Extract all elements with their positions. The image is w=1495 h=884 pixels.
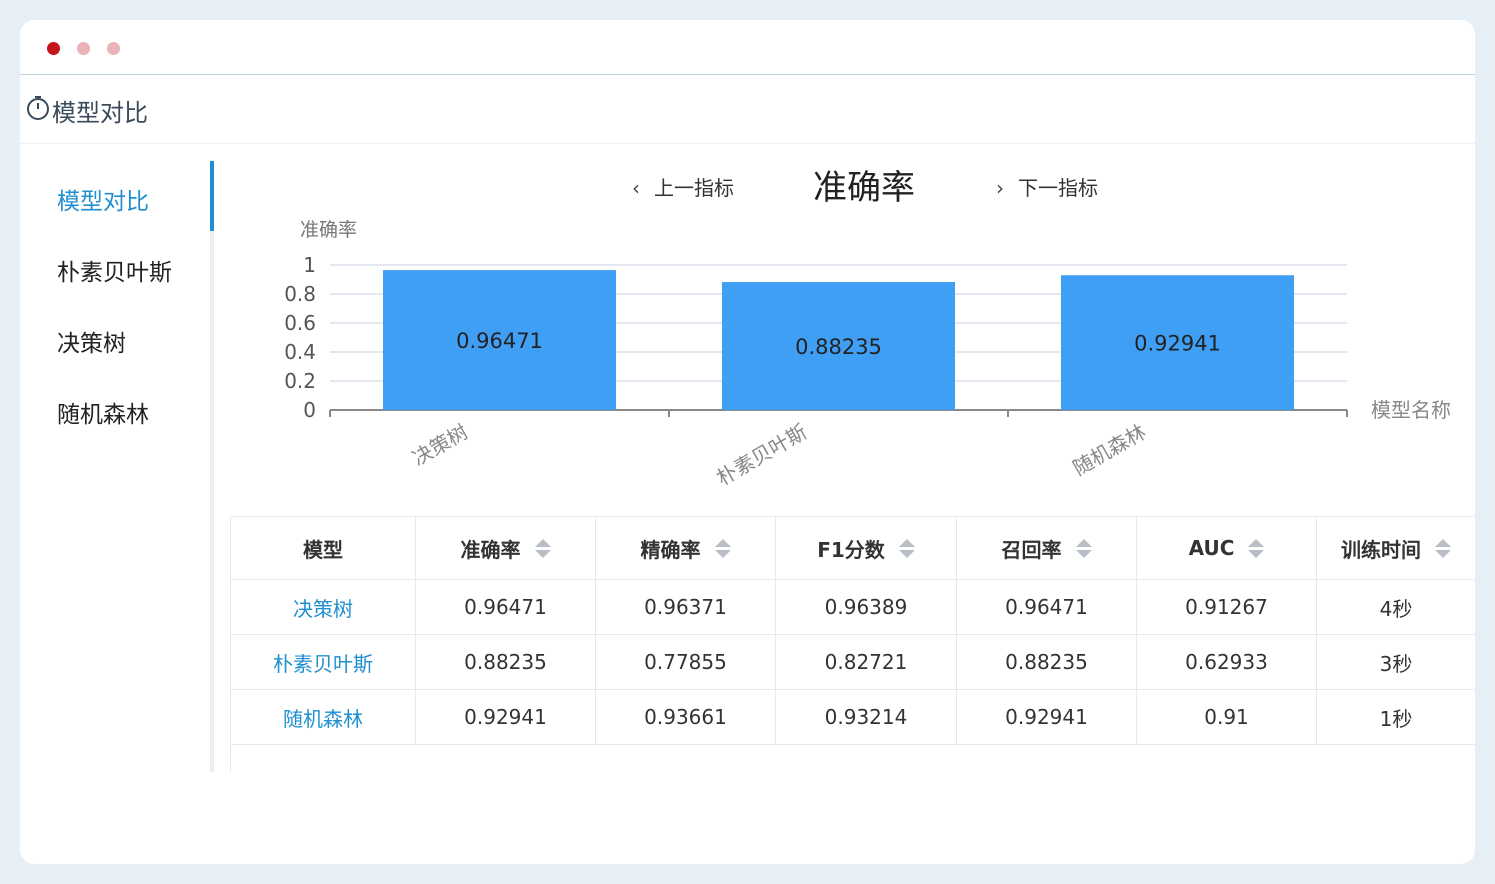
- sort-icon[interactable]: [898, 538, 915, 558]
- chevron-left-icon: ‹: [632, 176, 640, 200]
- table-cell: 0.93661: [596, 690, 776, 744]
- column-header-accuracy[interactable]: 准确率: [416, 517, 596, 579]
- model-name-link[interactable]: 随机森林: [230, 690, 416, 744]
- bar-value-label: 0.92941: [1134, 332, 1221, 356]
- sidebar-active-indicator: [210, 161, 214, 231]
- table-body: 决策树 0.96471 0.96371 0.96389 0.96471 0.91267 4秒…: [230, 580, 1475, 745]
- maximize-window-button[interactable]: [107, 42, 120, 55]
- model-name-link[interactable]: 决策树: [230, 580, 416, 634]
- bar-value-label: 0.88235: [795, 335, 882, 359]
- table-header-row: 模型 准确率 精确率 F1分数 召回率 AUC 训练时间: [230, 517, 1475, 580]
- column-header-auc[interactable]: AUC: [1137, 517, 1317, 579]
- x-axis-title: 模型名称: [1371, 398, 1451, 422]
- table-border: [230, 743, 231, 773]
- table-row: 随机森林 0.92941 0.93661 0.93214 0.92941 0.91 1秒: [230, 690, 1475, 745]
- page-title: 模型对比: [52, 99, 148, 127]
- page-header: 模型对比: [20, 75, 1475, 144]
- x-tick-label: 朴素贝叶斯: [712, 420, 811, 491]
- column-header-recall[interactable]: 召回率: [957, 517, 1137, 579]
- sidebar: 模型对比 朴素贝叶斯 决策树 随机森林: [20, 160, 214, 772]
- title-bar: [20, 20, 1475, 75]
- table-cell: 0.96471: [416, 580, 596, 634]
- bar-value-label: 0.96471: [456, 329, 543, 353]
- table-cell: 0.82721: [776, 635, 957, 689]
- sort-icon[interactable]: [1435, 538, 1451, 558]
- table-cell: 0.88235: [416, 635, 596, 689]
- y-tick-label: 0.4: [284, 340, 316, 364]
- table-cell: 0.96371: [596, 580, 776, 634]
- sidebar-item-random-forest[interactable]: 随机森林: [57, 395, 149, 429]
- current-metric-title: 准确率: [813, 168, 915, 208]
- sort-icon[interactable]: [1075, 538, 1092, 558]
- table-cell: 0.96471: [957, 580, 1137, 634]
- y-tick-label: 0.6: [284, 311, 316, 335]
- y-tick-label: 0.8: [284, 282, 316, 306]
- sort-icon[interactable]: [714, 538, 731, 558]
- table-cell: 0.92941: [416, 690, 596, 744]
- y-tick-label: 1: [303, 253, 316, 277]
- table-cell: 0.91267: [1137, 580, 1317, 634]
- sidebar-item-naive-bayes[interactable]: 朴素贝叶斯: [57, 253, 172, 287]
- y-axis-title: 准确率: [300, 219, 357, 241]
- metrics-table: 模型 准确率 精确率 F1分数 召回率 AUC 训练时间 决策树 0.96471 0…: [230, 516, 1475, 745]
- table-cell: 0.88235: [957, 635, 1137, 689]
- table-cell: 0.93214: [776, 690, 957, 744]
- next-metric-button[interactable]: › 下一指标: [996, 172, 1098, 201]
- x-tick-label: 随机森林: [1069, 420, 1150, 481]
- table-row: 朴素贝叶斯 0.88235 0.77855 0.82721 0.88235 0.62933…: [230, 635, 1475, 690]
- close-window-button[interactable]: [47, 42, 60, 55]
- chevron-right-icon: ›: [996, 176, 1004, 200]
- sort-icon[interactable]: [1248, 538, 1265, 558]
- column-header-f1[interactable]: F1分数: [776, 517, 957, 579]
- next-metric-label: 下一指标: [1018, 176, 1098, 200]
- table-cell: 1秒: [1379, 706, 1413, 731]
- minimize-window-button[interactable]: [77, 42, 90, 55]
- table-row: 决策树 0.96471 0.96371 0.96389 0.96471 0.91267 4秒: [230, 580, 1475, 635]
- table-cell: 0.96389: [776, 580, 957, 634]
- prev-metric-label: 上一指标: [654, 176, 734, 200]
- sort-icon[interactable]: [534, 538, 551, 558]
- accuracy-bar-chart: 准确率 0 0.2 0.4 0.6 0.8 1 0.96471 决策树 0.88235 朴素贝叶斯 0…: [284, 219, 1451, 491]
- x-tick-label: 决策树: [408, 420, 472, 471]
- app-window: 模型对比 模型对比 朴素贝叶斯 决策树 随机森林 ‹ 上一指标 准确率 › 下一指标…: [20, 20, 1475, 864]
- sidebar-item-model-compare[interactable]: 模型对比: [57, 182, 149, 216]
- column-header-precision[interactable]: 精确率: [596, 517, 776, 579]
- table-cell: 0.92941: [957, 690, 1137, 744]
- table-cell: 0.77855: [596, 635, 776, 689]
- y-tick-label: 0.2: [284, 369, 316, 393]
- sidebar-item-decision-tree[interactable]: 决策树: [57, 324, 126, 358]
- column-header-train-time[interactable]: 训练时间: [1317, 517, 1475, 579]
- column-header-model: 模型: [230, 517, 416, 579]
- prev-metric-button[interactable]: ‹ 上一指标: [632, 172, 734, 201]
- model-name-link[interactable]: 朴素贝叶斯: [230, 635, 416, 689]
- table-cell: 4秒: [1379, 596, 1413, 621]
- table-cell: 3秒: [1379, 651, 1413, 676]
- y-tick-label: 0: [303, 398, 316, 422]
- table-cell: 0.62933: [1137, 635, 1317, 689]
- timer-icon: [27, 96, 49, 120]
- table-cell: 0.91: [1137, 690, 1317, 744]
- sidebar-divider: [210, 160, 214, 772]
